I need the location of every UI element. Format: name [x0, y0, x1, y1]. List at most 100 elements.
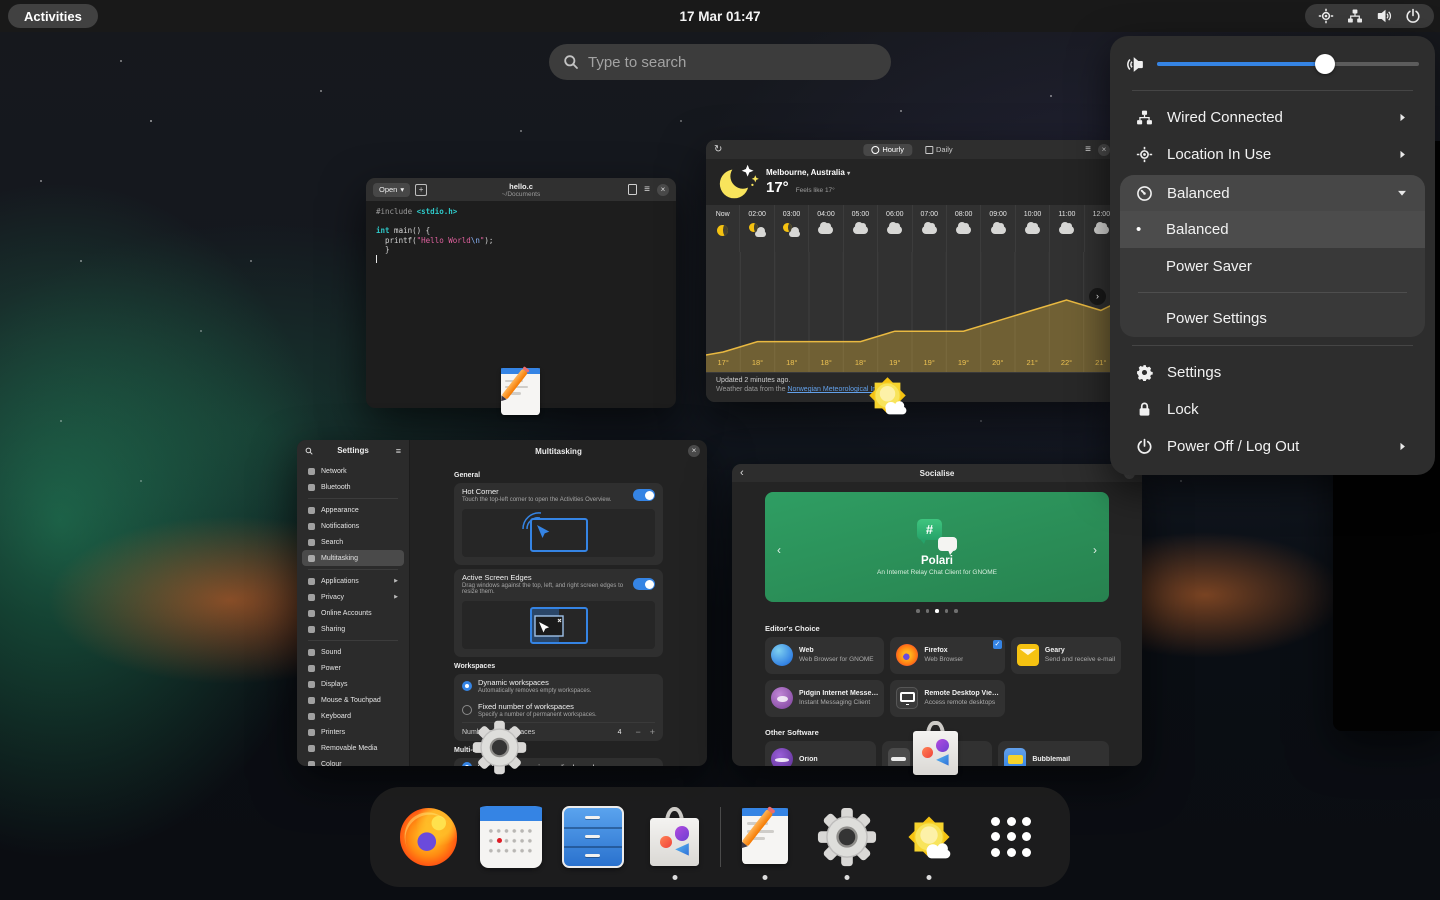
location-selector[interactable]: Melbourne, Australia ▾ [766, 168, 850, 177]
dock-item-text-editor[interactable] [724, 787, 806, 887]
sidebar-item-mouse-touchpad[interactable]: Mouse & Touchpad [302, 692, 404, 708]
profile-option-balanced[interactable]: •Balanced [1120, 211, 1425, 248]
sidebar-item-multitasking[interactable]: Multitasking [302, 550, 404, 566]
carousel-dots[interactable] [732, 609, 1142, 613]
radio-unselected[interactable] [462, 705, 472, 715]
carousel-next-icon[interactable]: › [1093, 543, 1097, 557]
decrement-button[interactable]: − [635, 727, 640, 737]
scroll-right-button[interactable]: › [1089, 288, 1106, 305]
sidebar-item-online-accounts[interactable]: Online Accounts [302, 605, 404, 621]
sidebar-item-keyboard[interactable]: Keyboard [302, 708, 404, 724]
sidebar-item-search[interactable]: Search [302, 534, 404, 550]
sidebar-item-power[interactable]: Power [302, 660, 404, 676]
clock-icon [871, 146, 879, 154]
volume-slider[interactable] [1157, 54, 1419, 74]
close-icon[interactable]: × [1098, 144, 1110, 156]
featured-banner[interactable]: ‹ › # Polari An Internet Relay Chat Clie… [765, 492, 1109, 602]
app-tile-remote-desktop-vie-[interactable]: Remote Desktop Vie…Access remote desktop… [890, 680, 1005, 717]
menu-icon[interactable]: ≡ [396, 446, 401, 456]
app-tile-firefox[interactable]: FirefoxWeb Browser ✓ [890, 637, 1005, 674]
volume-knob[interactable] [1315, 54, 1335, 74]
dock-item-settings[interactable] [806, 787, 888, 887]
window-app-badge-weather[interactable] [860, 368, 915, 423]
power-profile-row[interactable]: Balanced [1120, 175, 1425, 211]
dynamic-workspaces-row[interactable]: Dynamic workspaces Automatically removes… [454, 674, 663, 698]
clock[interactable]: 17 Mar 01:47 [679, 9, 760, 24]
profile-option-power-saver[interactable]: Power Saver [1120, 248, 1425, 285]
dock-item-app-grid[interactable] [970, 787, 1052, 887]
sidebar-item-appearance[interactable]: Appearance [302, 502, 404, 518]
tab-hourly[interactable]: Hourly [863, 144, 912, 156]
search-icon[interactable] [305, 447, 313, 455]
settings-window[interactable]: Settings ≡ Network Bluetooth Appearance … [297, 440, 707, 766]
search-icon [308, 539, 315, 546]
close-icon[interactable]: × [688, 445, 700, 457]
settings-gear-icon [471, 719, 528, 776]
sidebar-item-colour[interactable]: Colour [302, 756, 404, 766]
window-app-badge-text-editor[interactable] [495, 366, 547, 418]
svg-text:19°: 19° [958, 358, 969, 367]
cloud-icon [956, 222, 971, 238]
app-tile-pidgin-internet-messe-[interactable]: Pidgin Internet Messe…Instant Messaging … [765, 680, 884, 717]
cloud-icon [853, 222, 868, 238]
svg-text:19°: 19° [924, 358, 935, 367]
sidebar-item-notifications[interactable]: Notifications [302, 518, 404, 534]
refresh-icon[interactable]: ↻ [714, 144, 722, 155]
menu-icon[interactable]: ≡ [1085, 144, 1091, 155]
code-editor[interactable]: #include <stdio.h> int main() { printf("… [366, 201, 676, 270]
moon-cloud-icon [783, 222, 800, 238]
category-title: Socialise [920, 469, 955, 478]
sidebar-item-privacy[interactable]: Privacy▶ [302, 589, 404, 605]
tab-daily[interactable]: Daily [917, 144, 961, 156]
power-off-row[interactable]: Power Off / Log Out [1120, 428, 1425, 465]
search-input[interactable]: Type to search [549, 44, 891, 80]
hourly-forecast-strip[interactable]: Now02:0003:0004:0005:0006:0007:0008:0009… [706, 205, 1118, 252]
sidebar-item-network[interactable]: Network [302, 463, 404, 479]
screen-edges-toggle[interactable] [633, 578, 655, 590]
app-tile-web[interactable]: WebWeb Browser for GNOME [765, 637, 884, 674]
menu-icon[interactable]: ≡ [644, 184, 650, 195]
sidebar-item-applications[interactable]: Applications▶ [302, 573, 404, 589]
sidebar-item-bluetooth[interactable]: Bluetooth [302, 479, 404, 495]
weather-window[interactable]: ↻ Hourly Daily ≡ × Melbourne, Australia … [706, 140, 1118, 402]
window-app-badge-software[interactable] [907, 720, 964, 777]
sidebar-item-sound[interactable]: Sound [302, 644, 404, 660]
power-settings-item[interactable]: Power Settings [1120, 300, 1425, 337]
volume-icon [1126, 55, 1145, 74]
dock-item-firefox[interactable] [388, 787, 470, 887]
hot-corner-toggle[interactable] [633, 489, 655, 501]
current-conditions: Melbourne, Australia ▾ 17° Feels like 17… [706, 159, 1118, 205]
app-tile-orion[interactable]: Orion [765, 741, 876, 767]
sidebar-item-sharing[interactable]: Sharing [302, 621, 404, 637]
sidebar-item-removable-media[interactable]: Removable Media [302, 740, 404, 756]
settings-row[interactable]: Settings [1120, 354, 1425, 391]
wired-row[interactable]: Wired Connected [1120, 99, 1425, 136]
back-icon[interactable]: ‹ [740, 467, 744, 479]
svg-text:22°: 22° [1061, 358, 1072, 367]
sidebar-item-printers[interactable]: Printers [302, 724, 404, 740]
lock-row[interactable]: Lock [1120, 391, 1425, 428]
workspace-count: 4 [618, 729, 622, 736]
bluetooth-icon [308, 484, 315, 491]
appearance-icon [308, 507, 315, 514]
app-tile-bubblemail[interactable]: Bubblemail [998, 741, 1109, 767]
sidebar-item-displays[interactable]: Displays [302, 676, 404, 692]
new-tab-button[interactable]: + [415, 184, 427, 196]
open-button[interactable]: Open▾ [373, 183, 410, 197]
document-icon[interactable] [628, 184, 637, 195]
window-app-badge-settings[interactable] [471, 719, 528, 776]
close-icon[interactable]: × [657, 184, 669, 196]
carousel-prev-icon[interactable]: ‹ [777, 543, 781, 557]
dock-item-files[interactable] [552, 787, 634, 887]
dash-dock [370, 787, 1070, 887]
location-row[interactable]: Location In Use [1120, 136, 1425, 173]
dock-item-calendar[interactable] [470, 787, 552, 887]
system-tray[interactable] [1305, 4, 1434, 28]
app-tile-geary[interactable]: GearySend and receive e-mail [1011, 637, 1121, 674]
increment-button[interactable]: + [650, 727, 655, 737]
network-icon [1136, 109, 1153, 126]
dock-item-software[interactable] [634, 787, 716, 887]
radio-selected[interactable] [462, 681, 472, 691]
dock-item-weather[interactable] [888, 787, 970, 887]
activities-button[interactable]: Activities [8, 4, 98, 28]
